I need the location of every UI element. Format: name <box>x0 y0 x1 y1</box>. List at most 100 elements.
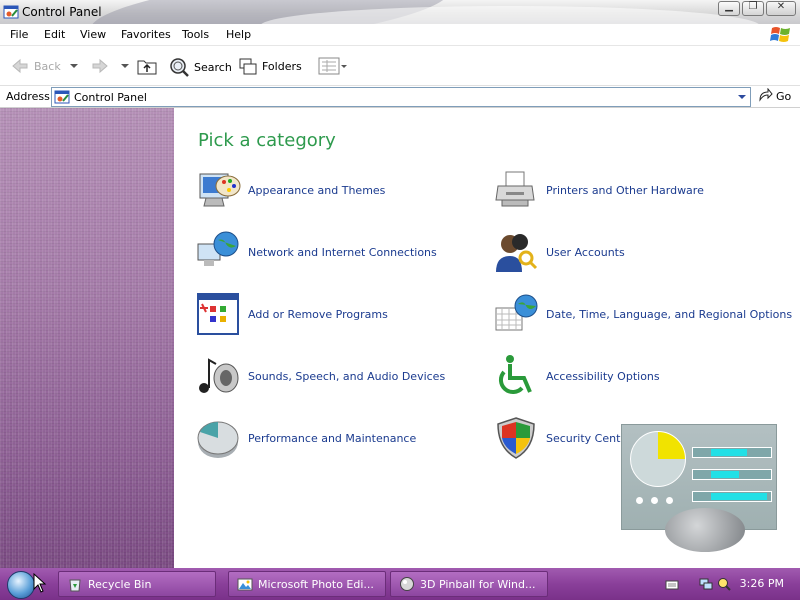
recycle-bin-icon <box>69 579 81 592</box>
window-title: Control Panel <box>22 5 102 19</box>
category-label: Add or Remove Programs <box>248 307 388 321</box>
category-printers-hardware[interactable]: Printers and Other Hardware <box>492 166 704 214</box>
category-label: Accessibility Options <box>546 369 660 383</box>
indicator-dots <box>636 497 673 504</box>
minimize-button[interactable]: ▁ <box>718 1 740 16</box>
start-button[interactable] <box>7 571 35 599</box>
taskbar-button-label: Recycle Bin <box>88 577 152 591</box>
views-dropdown-icon[interactable] <box>341 65 347 68</box>
category-accessibility[interactable]: Accessibility Options <box>492 352 660 400</box>
page-title: Pick a category <box>198 130 336 151</box>
meter-bar <box>692 469 772 480</box>
taskbar-button-label: Microsoft Photo Edi... <box>258 577 374 591</box>
category-label: Printers and Other Hardware <box>546 183 704 197</box>
forward-dropdown-icon[interactable] <box>121 64 129 68</box>
meter-fill <box>711 449 747 456</box>
meter-bar <box>692 491 772 502</box>
go-arrow-icon <box>759 88 773 102</box>
category-security-center[interactable]: Security Center <box>492 414 632 462</box>
category-label: User Accounts <box>546 245 625 259</box>
speaker-note-icon <box>199 358 239 393</box>
meter-bar <box>692 447 772 458</box>
disk-graphic <box>665 508 745 552</box>
address-field[interactable]: Control Panel <box>51 87 751 107</box>
views-icon[interactable] <box>318 57 340 75</box>
network-globe-icon <box>197 231 239 266</box>
meter-fill <box>711 493 767 500</box>
search-label: Search <box>194 60 232 74</box>
menu-view[interactable]: View <box>80 28 106 41</box>
search-icon <box>170 58 189 77</box>
address-label: Address <box>6 90 50 103</box>
address-dropdown-icon[interactable] <box>738 95 746 99</box>
category-label: Performance and Maintenance <box>248 431 417 445</box>
security-shield-icon <box>497 417 535 459</box>
taskbar: Recycle Bin Microsoft Photo Edi... 3D Pi… <box>0 568 800 600</box>
go-button[interactable]: Go <box>757 88 791 104</box>
pie-chart-graphic <box>630 431 686 487</box>
go-label: Go <box>776 89 792 103</box>
taskbar-button-recycle-bin[interactable]: Recycle Bin <box>58 571 216 597</box>
address-bar: Address Control Panel Go <box>0 86 800 108</box>
category-label: Sounds, Speech, and Audio Devices <box>248 369 446 383</box>
clock: 3:26 PM <box>739 577 784 590</box>
meter-fill <box>711 471 739 478</box>
taskbar-button-label: 3D Pinball for Wind... <box>420 577 536 591</box>
title-bar[interactable]: Control Panel ▁ ❐ ✕ <box>0 0 800 24</box>
category-label: Date, Time, Language, and Regional Optio… <box>546 307 793 321</box>
category-label: Appearance and Themes <box>248 183 386 197</box>
menu-tools[interactable]: Tools <box>182 28 209 41</box>
date-time-globe-icon <box>495 294 538 331</box>
search-button[interactable]: Search <box>168 56 232 78</box>
category-user-accounts[interactable]: User Accounts <box>492 228 625 276</box>
toolbar: Back Search Folders <box>0 46 800 86</box>
control-panel-icon <box>54 90 70 104</box>
printer-icon <box>495 171 535 207</box>
menu-edit[interactable]: Edit <box>44 28 65 41</box>
folders-button[interactable]: Folders <box>238 56 302 76</box>
maximize-button[interactable]: ❐ <box>742 1 764 16</box>
close-icon: ✕ <box>776 1 786 12</box>
minimize-icon: ▁ <box>725 1 733 12</box>
taskbar-button-pinball[interactable]: 3D Pinball for Wind... <box>390 571 548 597</box>
windows-logo-icon <box>770 27 790 42</box>
back-dropdown-icon[interactable] <box>70 64 78 68</box>
folders-label: Folders <box>262 59 302 73</box>
pie-chart-icon <box>197 421 239 458</box>
category-add-remove-programs[interactable]: Add or Remove Programs <box>194 290 388 338</box>
restore-icon: ❐ <box>748 1 758 12</box>
close-button[interactable]: ✕ <box>766 1 796 16</box>
back-arrow-icon <box>12 58 28 74</box>
category-label: Network and Internet Connections <box>248 245 437 259</box>
search-tray-icon[interactable] <box>716 576 732 592</box>
category-date-time-regional[interactable]: Date, Time, Language, and Regional Optio… <box>492 290 792 338</box>
back-label: Back <box>34 59 61 73</box>
pinball-icon <box>400 577 414 591</box>
user-accounts-icon <box>496 234 538 272</box>
task-pane <box>0 108 174 568</box>
category-performance-maintenance[interactable]: Performance and Maintenance <box>194 414 416 462</box>
up-folder-icon[interactable] <box>136 55 158 77</box>
network-tray-icon[interactable] <box>698 576 714 592</box>
folders-icon <box>239 58 257 75</box>
appearance-themes-icon <box>199 173 241 207</box>
category-sounds-audio[interactable]: Sounds, Speech, and Audio Devices <box>194 352 445 400</box>
address-value: Control Panel <box>74 91 147 104</box>
system-tray: 3:26 PM <box>652 568 800 600</box>
add-remove-programs-icon <box>197 293 239 335</box>
menu-bar: File Edit View Favorites Tools Help <box>0 24 800 46</box>
back-button[interactable]: Back <box>10 56 61 76</box>
keyboard-icon[interactable] <box>664 576 680 592</box>
control-panel-icon <box>3 5 19 19</box>
menu-help[interactable]: Help <box>226 28 251 41</box>
taskbar-button-photo-editor[interactable]: Microsoft Photo Edi... <box>228 571 386 597</box>
category-label: Security Center <box>546 431 632 445</box>
accessibility-icon <box>498 355 532 395</box>
category-appearance-themes[interactable]: Appearance and Themes <box>194 166 385 214</box>
mouse-cursor-icon <box>33 573 47 593</box>
forward-arrow-icon[interactable] <box>90 56 110 76</box>
photo-editor-icon <box>237 578 253 591</box>
menu-favorites[interactable]: Favorites <box>121 28 171 41</box>
category-network-internet[interactable]: Network and Internet Connections <box>194 228 437 276</box>
menu-file[interactable]: File <box>10 28 28 41</box>
